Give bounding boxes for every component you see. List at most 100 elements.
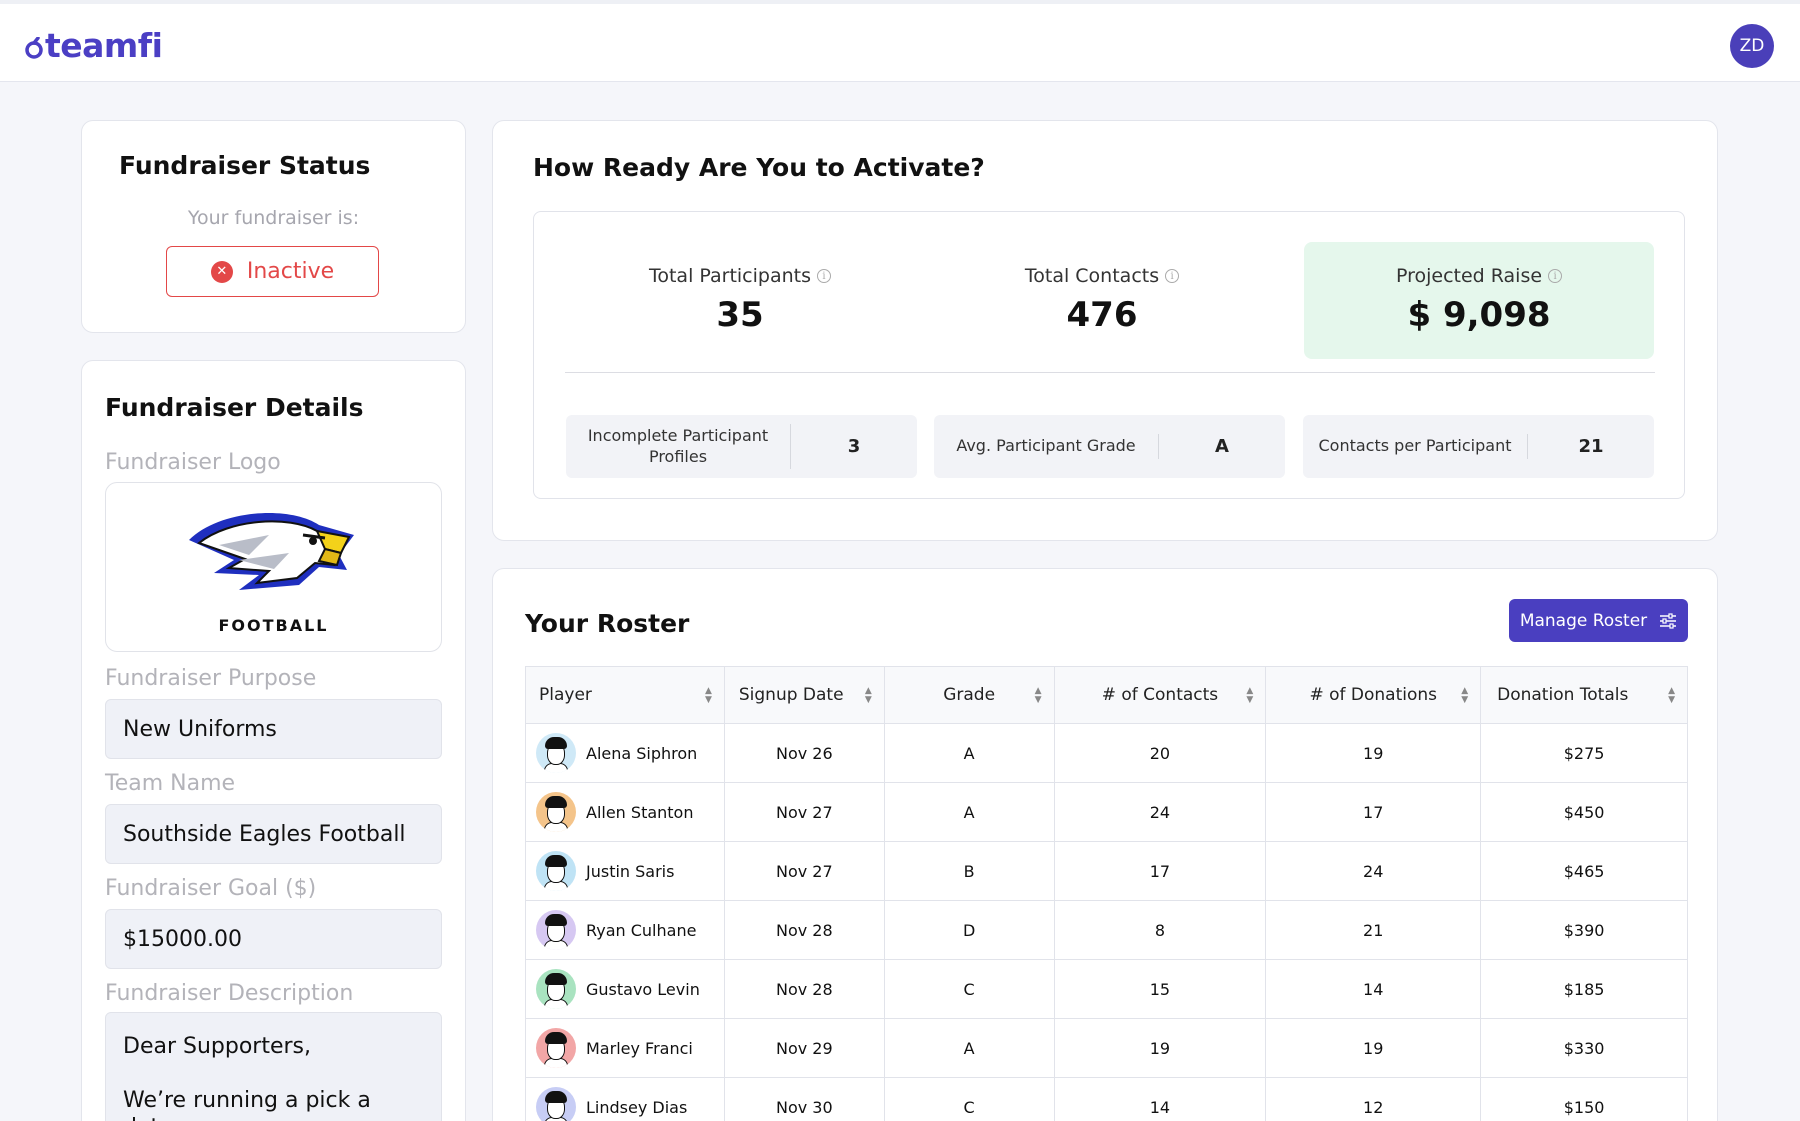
goal-label: Fundraiser Goal ($): [105, 876, 317, 901]
details-title: Fundraiser Details: [105, 393, 364, 422]
team-name-value: Southside Eagles Football: [123, 821, 406, 847]
table-row[interactable]: Ryan Culhane Nov 28 D 8 21 $390: [525, 900, 1688, 960]
column-header-donations[interactable]: # of Donations ▲ ▼: [1265, 666, 1482, 724]
player-cell[interactable]: Lindsey Dias: [525, 1077, 725, 1121]
player-name: Marley Franci: [586, 1038, 693, 1058]
metric-contacts-per-participant: Contacts per Participant 21: [1303, 415, 1654, 478]
column-header-signup-date[interactable]: Signup Date ▲ ▼: [723, 666, 885, 724]
player-cell[interactable]: Gustavo Levin: [525, 959, 725, 1019]
roster-table-body: Alena Siphron Nov 26 A 20 19 $275 Allen Stanto…: [525, 723, 1688, 1121]
column-header-donation-totals[interactable]: Donation Totals ▲ ▼: [1480, 666, 1688, 724]
signup-date-cell: Nov 27: [723, 841, 885, 901]
table-row[interactable]: Gustavo Levin Nov 28 C 15 14 $185: [525, 959, 1688, 1019]
status-subtitle: Your fundraiser is:: [187, 207, 360, 229]
stat-label: Total Contacts: [1024, 265, 1160, 287]
player-cell[interactable]: Ryan Culhane: [525, 900, 725, 960]
description-field[interactable]: Dear Supporters, We’re running a pick a …: [105, 1012, 442, 1121]
user-initials: ZD: [1739, 36, 1765, 56]
donation-total-cell: $390: [1480, 900, 1688, 960]
grade-cell: A: [883, 782, 1055, 842]
contacts-cell: 19: [1053, 1018, 1267, 1078]
user-avatar[interactable]: ZD: [1730, 24, 1774, 68]
table-row[interactable]: Lindsey Dias Nov 30 C 14 12 $150: [525, 1077, 1688, 1121]
info-icon[interactable]: i: [1165, 269, 1180, 283]
player-name: Justin Saris: [586, 861, 675, 881]
table-header-row: Player ▲ ▼ Signup Date ▲ ▼ Grade ▲ ▼ # of Cont…: [525, 666, 1688, 724]
logo-label: Fundraiser Logo: [105, 450, 281, 475]
stat-label: Projected Raise: [1395, 265, 1543, 287]
signup-date-cell: Nov 26: [723, 723, 885, 783]
teamfi-logo[interactable]: teamfi: [24, 26, 163, 65]
metric-incomplete-profiles: Incomplete Participant Profiles 3: [566, 415, 917, 478]
sort-icon[interactable]: ▲ ▼: [705, 687, 712, 705]
purpose-field[interactable]: New Uniforms: [105, 699, 442, 759]
signup-date-cell: Nov 28: [723, 959, 885, 1019]
stat-value: 476: [1066, 295, 1138, 335]
roster-title: Your Roster: [525, 609, 690, 638]
description-label: Fundraiser Description: [105, 981, 354, 1006]
contacts-cell: 24: [1053, 782, 1267, 842]
info-icon[interactable]: i: [817, 269, 832, 283]
sort-icon[interactable]: ▲ ▼: [1246, 687, 1253, 705]
team-name-field[interactable]: Southside Eagles Football: [105, 804, 442, 864]
donations-cell: 21: [1265, 900, 1482, 960]
column-header-grade[interactable]: Grade ▲ ▼: [883, 666, 1055, 724]
contacts-cell: 8: [1053, 900, 1267, 960]
sort-icon[interactable]: ▲ ▼: [865, 687, 872, 705]
status-title: Fundraiser Status: [119, 151, 371, 180]
manage-roster-button[interactable]: Manage Roster: [1509, 599, 1688, 642]
donations-cell: 17: [1265, 782, 1482, 842]
sort-icon[interactable]: ▲ ▼: [1461, 687, 1468, 705]
donations-cell: 12: [1265, 1077, 1482, 1121]
metric-label: Avg. Participant Grade: [934, 434, 1159, 459]
signup-date-cell: Nov 27: [723, 782, 885, 842]
fundraiser-details-card: Fundraiser Details Fundraiser Logo FOOTB…: [81, 360, 466, 1121]
stat-total-contacts: Total Contacts i 476: [927, 242, 1277, 359]
roster-card: Your Roster Manage Roster Player ▲ ▼ Signu…: [492, 568, 1718, 1121]
donation-total-cell: $450: [1480, 782, 1688, 842]
player-cell[interactable]: Justin Saris: [525, 841, 725, 901]
column-header-player[interactable]: Player ▲ ▼: [525, 666, 725, 724]
player-name: Ryan Culhane: [586, 920, 697, 940]
column-header-contacts[interactable]: # of Contacts ▲ ▼: [1053, 666, 1267, 724]
contacts-cell: 15: [1053, 959, 1267, 1019]
table-row[interactable]: Marley Franci Nov 29 A 19 19 $330: [525, 1018, 1688, 1078]
player-avatar: [536, 1028, 576, 1068]
divider: [565, 372, 1655, 373]
grade-cell: A: [883, 1018, 1055, 1078]
goal-value: $15000.00: [123, 926, 242, 952]
sort-icon[interactable]: ▲ ▼: [1035, 687, 1042, 705]
status-badge[interactable]: ✕ Inactive: [166, 246, 379, 297]
player-avatar: [536, 969, 576, 1009]
table-row[interactable]: Allen Stanton Nov 27 A 24 17 $450: [525, 782, 1688, 842]
table-row[interactable]: Justin Saris Nov 27 B 17 24 $465: [525, 841, 1688, 901]
table-row[interactable]: Alena Siphron Nov 26 A 20 19 $275: [525, 723, 1688, 783]
purpose-label: Fundraiser Purpose: [105, 666, 317, 691]
sort-icon[interactable]: ▲ ▼: [1668, 687, 1675, 705]
signup-date-cell: Nov 30: [723, 1077, 885, 1121]
player-cell[interactable]: Allen Stanton: [525, 782, 725, 842]
goal-field[interactable]: $15000.00: [105, 909, 442, 969]
stat-total-participants: Total Participants i 35: [565, 242, 915, 359]
player-cell[interactable]: Marley Franci: [525, 1018, 725, 1078]
x-circle-icon: ✕: [210, 260, 233, 283]
metric-value: 3: [847, 436, 861, 457]
grade-cell: A: [883, 723, 1055, 783]
donations-cell: 19: [1265, 1018, 1482, 1078]
donation-total-cell: $275: [1480, 723, 1688, 783]
donation-total-cell: $465: [1480, 841, 1688, 901]
top-bar: teamfi ZD: [0, 0, 1800, 82]
player-name: Gustavo Levin: [586, 979, 700, 999]
brand-name: teamfi: [45, 26, 163, 65]
donations-cell: 19: [1265, 723, 1482, 783]
grade-cell: B: [883, 841, 1055, 901]
donations-cell: 24: [1265, 841, 1482, 901]
fundraiser-logo-upload[interactable]: FOOTBALL: [105, 482, 442, 652]
info-icon[interactable]: i: [1548, 269, 1563, 283]
player-avatar: [536, 733, 576, 773]
stat-value: 35: [716, 295, 764, 335]
player-name: Allen Stanton: [586, 802, 694, 822]
grade-cell: C: [883, 1077, 1055, 1121]
player-cell[interactable]: Alena Siphron: [525, 723, 725, 783]
metric-avg-grade: Avg. Participant Grade A: [934, 415, 1285, 478]
